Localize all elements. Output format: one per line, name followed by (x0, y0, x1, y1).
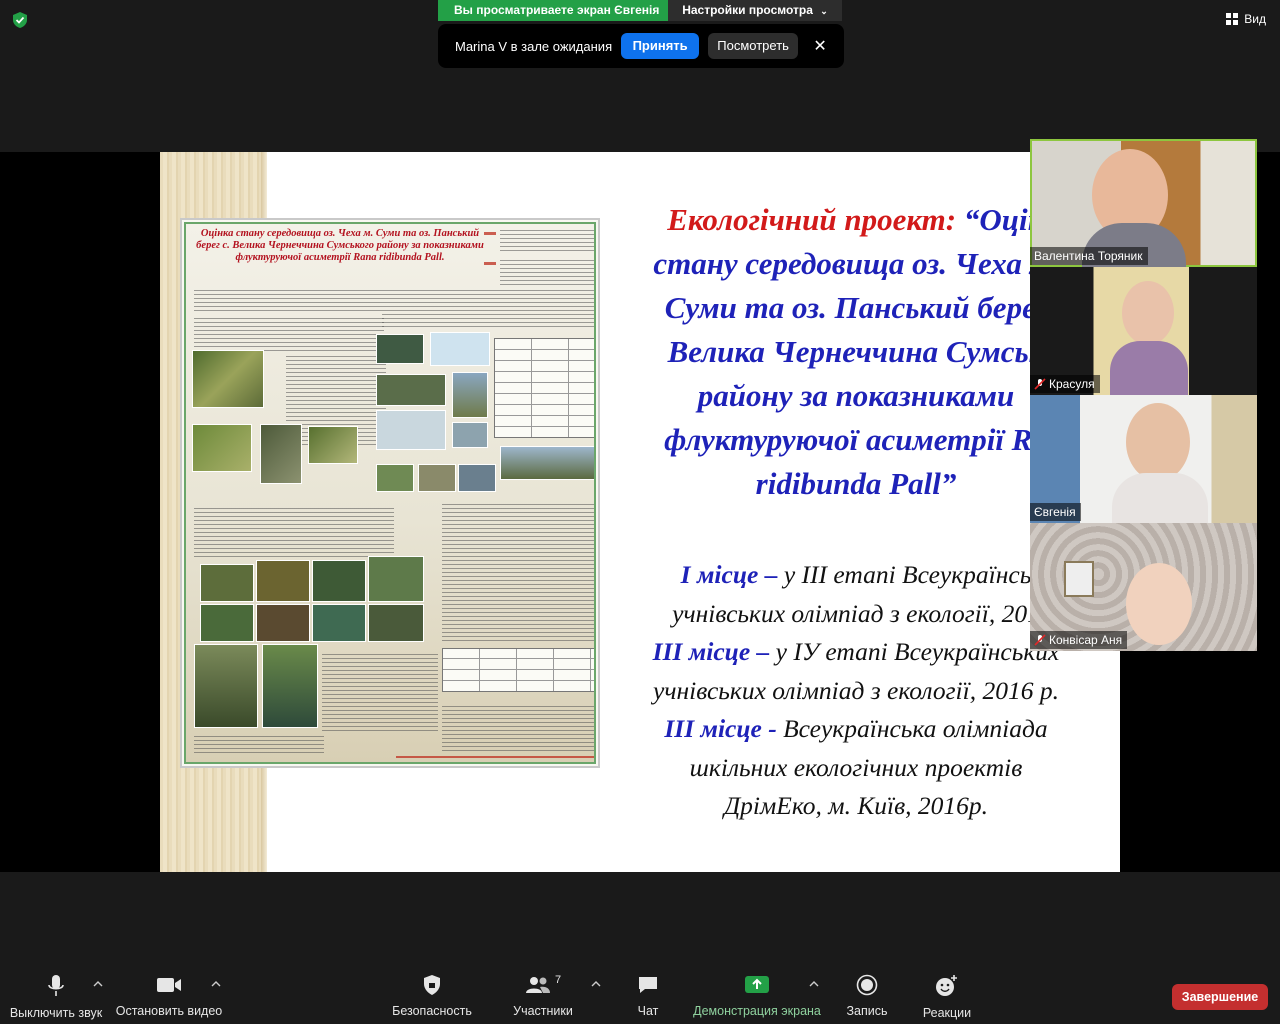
slide-title-line: ridibunda Pall” (755, 466, 957, 501)
participant-gallery: Валентина Торяник Красуля Євгенія Конвіс… (1030, 139, 1257, 651)
participants-button[interactable]: 7 Участники (510, 974, 576, 1018)
stop-video-button[interactable]: Остановить видео (116, 974, 222, 1018)
viewing-screen-label: Вы просматриваете экран Євгенія (438, 0, 668, 21)
awards-list: І місце – у ІІІ етапі Всеукраїнсь учнівс… (616, 556, 1096, 826)
chat-icon (639, 977, 657, 993)
chevron-up-icon[interactable] (590, 980, 602, 988)
microphone-icon (48, 975, 64, 996)
view-settings-label: Настройки просмотра (682, 3, 813, 17)
encryption-shield-icon[interactable] (11, 11, 29, 29)
record-icon (856, 974, 878, 996)
award-line: учнівських олімпіад з екології, 201 (672, 598, 1040, 628)
award-line: ІІІ місце – у ІУ етапі Всеукраїнських (652, 637, 1060, 666)
reactions-button[interactable]: Реакции (920, 974, 974, 1020)
security-shield-icon (424, 975, 440, 995)
award-line: учнівських олімпіад з екології, 2016 р. (653, 675, 1059, 705)
share-screen-button[interactable]: Демонстрация экрана (693, 974, 821, 1018)
poster-image: Оцінка стану середовища оз. Чеха м. Суми… (180, 218, 600, 768)
accept-button[interactable]: Принять (621, 33, 700, 59)
security-button[interactable]: Безопасность (392, 974, 472, 1018)
end-meeting-button[interactable]: Завершение (1172, 984, 1268, 1010)
chat-button[interactable]: Чат (630, 974, 666, 1018)
video-tile-yevheniia[interactable]: Євгенія (1030, 395, 1257, 523)
presentation-slide: Оцінка стану середовища оз. Чеха м. Суми… (160, 152, 1120, 872)
mute-button[interactable]: Выключить звук (10, 974, 102, 1020)
video-tile-valentyna[interactable]: Валентина Торяник (1030, 139, 1257, 267)
meeting-toolbar: Выключить звук Остановить видео Безопасн… (0, 952, 1280, 1024)
slide-title-line: Велика Чернеччина Сумськ (667, 334, 1045, 369)
view-layout-button[interactable]: Вид (1226, 8, 1266, 30)
participant-name: Євгенія (1030, 503, 1081, 521)
view-button-label: Вид (1244, 12, 1266, 26)
video-tile-krasulia[interactable]: Красуля (1030, 267, 1257, 395)
slide-title-line: флуктуруючої асиметрії Ra (664, 422, 1048, 457)
chevron-up-icon[interactable] (210, 980, 222, 988)
slide-title-line: району за показниками (697, 378, 1015, 413)
meeting-top-bar: Вы просматриваете экран Євгенія Настройк… (0, 0, 1280, 152)
slide-title-line: Суми та оз. Панський берег (664, 290, 1048, 325)
chevron-up-icon[interactable] (92, 980, 104, 988)
mic-muted-icon (1034, 634, 1046, 646)
participants-count: 7 (554, 974, 562, 986)
waiting-room-notification: Marina V в зале ожидания Принять Посмотр… (438, 24, 844, 68)
view-waiting-button[interactable]: Посмотреть (708, 33, 799, 59)
smiley-add-icon (936, 975, 957, 996)
record-button[interactable]: Запись (842, 974, 892, 1018)
mic-muted-icon (1034, 378, 1046, 390)
award-line: ІІІ місце - Всеукраїнська олімпіада (664, 714, 1048, 743)
poster-title: Оцінка стану середовища оз. Чеха м. Суми… (196, 228, 484, 264)
participant-name: Красуля (1030, 375, 1100, 393)
frog-photo (192, 350, 264, 408)
close-icon[interactable]: ✕ (810, 36, 830, 56)
chevron-down-icon: ⌄ (820, 6, 828, 16)
waiting-room-message: Marina V в зале ожидания (455, 38, 613, 54)
award-line: ДрімЕко, м. Київ, 2016р. (723, 791, 989, 820)
slide-title-red: Екологічний проект: (667, 202, 957, 237)
view-settings-menu[interactable]: Настройки просмотра ⌄ (668, 0, 842, 21)
video-tile-konvisar[interactable]: Конвісар Аня (1030, 523, 1257, 651)
award-line: шкільних екологічних проектів (689, 752, 1023, 782)
slide-title-line: стану середовища оз. Чеха м. (653, 246, 1059, 281)
slide-title: Екологічний проект: “Оцін стану середови… (616, 198, 1096, 506)
participants-icon (525, 977, 550, 993)
participant-name: Конвісар Аня (1030, 631, 1128, 649)
screen-share-banner: Вы просматриваете экран Євгенія Настройк… (438, 0, 842, 21)
chevron-up-icon[interactable] (808, 980, 820, 988)
share-screen-icon (745, 976, 769, 993)
video-camera-icon (157, 978, 181, 992)
poster-table (494, 338, 594, 438)
award-line: І місце – у ІІІ етапі Всеукраїнсь (680, 560, 1032, 589)
grid-view-icon (1226, 13, 1239, 25)
participant-name: Валентина Торяник (1030, 247, 1148, 265)
